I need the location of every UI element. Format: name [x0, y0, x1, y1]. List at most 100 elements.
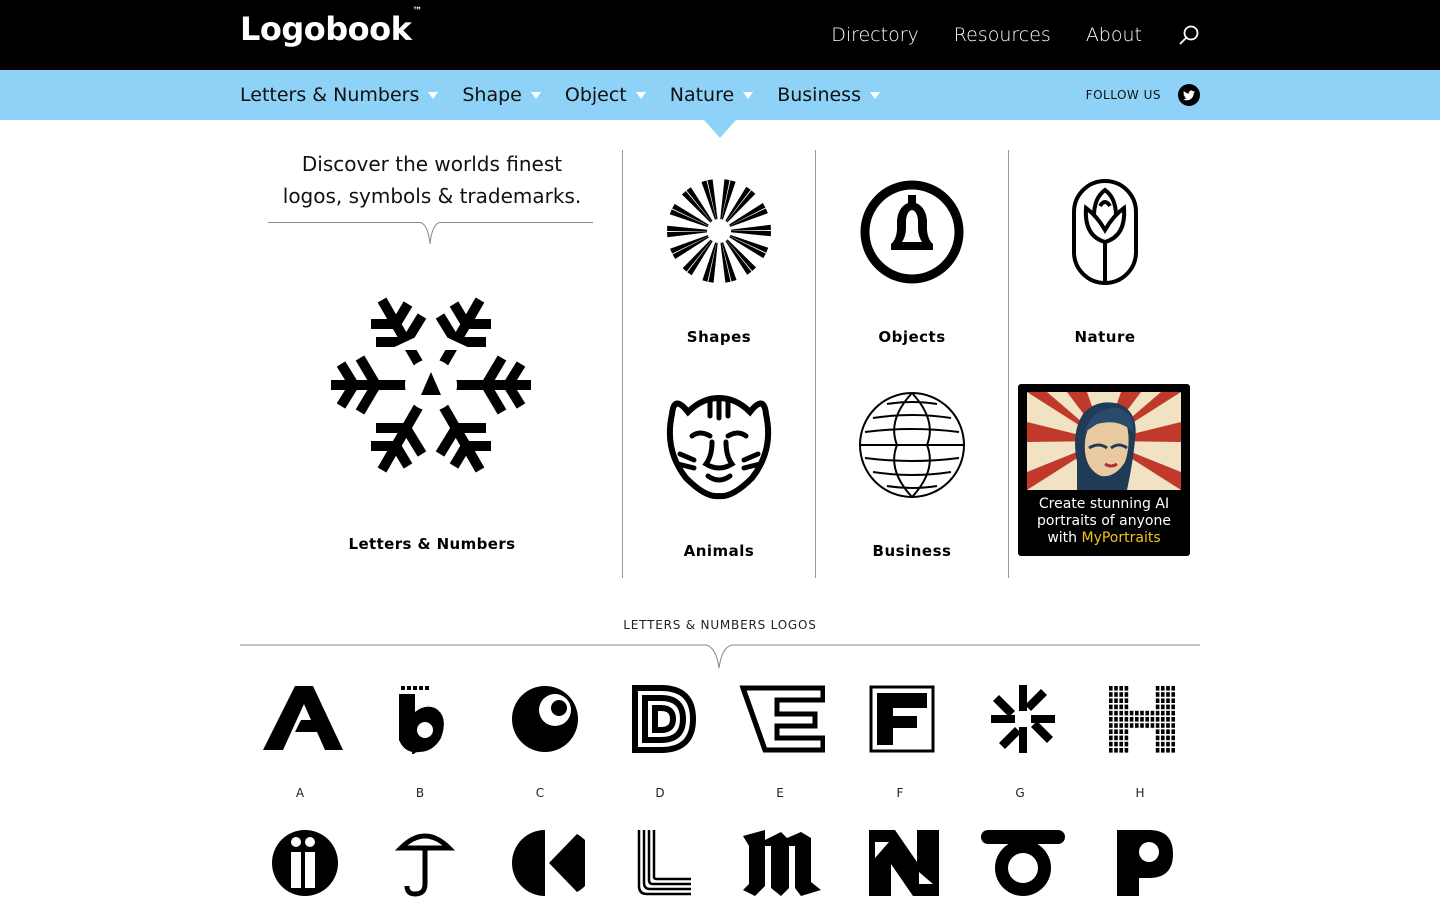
letter-logo-h[interactable]: H — [1090, 684, 1190, 800]
tile-label: Business — [872, 542, 952, 560]
letter-logo-i[interactable] — [250, 828, 350, 898]
section-title: LETTERS & NUMBERS LOGOS — [623, 618, 817, 632]
ad-line-2: portraits of anyone — [1037, 513, 1171, 529]
letter-caption: F — [896, 786, 904, 800]
h-grid-cell — [1109, 729, 1113, 734]
tulip-logo — [1072, 179, 1138, 285]
h-grid-cell — [1161, 704, 1165, 710]
category-nature[interactable]: Nature — [669, 84, 754, 106]
site-logo[interactable]: Logobook™ — [240, 6, 422, 48]
h-grid-cell — [1155, 698, 1160, 703]
letter-caption: B — [415, 786, 425, 800]
h-grid-cell — [1171, 710, 1175, 716]
nav-resources[interactable]: Resources — [954, 24, 1051, 46]
category-bar: Letters & Numbers Shape Object Nature Bu… — [0, 70, 1440, 120]
top-bar: Logobook™ Directory Resources About — [0, 0, 1440, 70]
sunburst-ray — [729, 234, 769, 253]
tile-label: Objects — [878, 328, 946, 346]
h-grid-cell — [1171, 729, 1175, 734]
h-grid-cell — [1155, 729, 1160, 734]
letter-logo-d[interactable]: D — [610, 684, 710, 800]
h-grid-cell — [1171, 698, 1175, 703]
sunburst-ray — [667, 225, 708, 231]
h-grid-cell — [1119, 698, 1123, 703]
letter-logo-m[interactable] — [730, 828, 830, 898]
h-grid-cell — [1114, 686, 1118, 691]
h-grid-cell — [1161, 698, 1165, 703]
tile-business[interactable]: Business — [816, 390, 1008, 570]
h-grid-cell — [1124, 698, 1129, 703]
h-grid-cell — [1109, 748, 1113, 753]
letter-logo-b[interactable]: B — [370, 684, 470, 800]
letter-logo-p[interactable] — [1090, 828, 1190, 898]
h-grid-cell — [1166, 723, 1170, 728]
nav-directory[interactable]: Directory — [831, 24, 919, 46]
h-grid-cell — [1109, 704, 1113, 710]
category-label: Nature — [669, 84, 735, 106]
h-grid-cell — [1119, 723, 1123, 728]
h-grid-cell — [1114, 735, 1118, 741]
h-grid-cell — [1161, 748, 1165, 753]
letter-logo-j[interactable] — [370, 828, 470, 898]
h-grid-cell — [1171, 735, 1175, 741]
letter-caption: H — [1135, 786, 1145, 800]
letter-logo-o[interactable] — [970, 828, 1070, 898]
h-grid-cell — [1140, 723, 1144, 728]
h-grid-cell — [1135, 710, 1139, 716]
h-grid-cell — [1129, 710, 1134, 716]
search-icon[interactable] — [1178, 24, 1200, 46]
tile-animals[interactable]: Animals — [623, 390, 815, 570]
h-grid-cell — [1155, 723, 1160, 728]
category-label: Object — [564, 84, 627, 106]
nav-about[interactable]: About — [1086, 24, 1142, 46]
h-grid-cell — [1109, 698, 1113, 703]
follow-us-label: FOLLOW US — [1085, 88, 1161, 102]
h-grid-cell — [1150, 723, 1155, 728]
h-grid-cell — [1109, 710, 1113, 716]
bell-logo — [860, 180, 964, 284]
h-grid-cell — [1145, 723, 1149, 728]
h-grid-cell — [1155, 710, 1160, 716]
h-grid-cell — [1171, 748, 1175, 753]
letter-caption: C — [535, 786, 545, 800]
h-grid-cell — [1161, 692, 1165, 697]
h-grid-cell — [1161, 686, 1165, 691]
h-grid-cell — [1124, 692, 1129, 697]
letter-logo-g[interactable]: G — [970, 684, 1070, 800]
tile-shapes[interactable]: Shapes — [623, 178, 815, 358]
h-grid-cell — [1145, 717, 1149, 722]
twitter-icon[interactable] — [1178, 84, 1200, 106]
tile-nature[interactable]: Nature — [1009, 178, 1201, 358]
h-grid-cell — [1124, 686, 1129, 691]
letter-logo-a[interactable]: A — [250, 684, 350, 800]
category-shape[interactable]: Shape — [462, 84, 541, 106]
ad-line-3: with MyPortraits — [1018, 530, 1190, 547]
letter-logo-f[interactable]: F — [850, 684, 950, 800]
letter-logo-e[interactable]: E — [730, 684, 830, 800]
letter-logo-n[interactable] — [850, 828, 950, 898]
h-grid-cell — [1161, 735, 1165, 741]
letter-logo-c[interactable]: C — [490, 684, 590, 800]
h-grid-cell — [1161, 710, 1165, 716]
category-letters-numbers[interactable]: Letters & Numbers — [240, 84, 439, 106]
h-grid-cell — [1129, 717, 1134, 722]
myportraits-ad[interactable]: Create stunning AI portraits of anyone w… — [1018, 384, 1190, 556]
h-grid-cell — [1161, 729, 1165, 734]
h-grid-cell — [1145, 710, 1149, 716]
h-grid-cell — [1166, 698, 1170, 703]
h-grid-cell — [1171, 704, 1175, 710]
tagline-line-2: logos, symbols & trademarks. — [282, 184, 582, 208]
category-business[interactable]: Business — [777, 84, 880, 106]
letter-logo-k[interactable] — [490, 828, 590, 898]
letter-logo-l[interactable] — [610, 828, 710, 898]
category-object[interactable]: Object — [565, 84, 646, 106]
snowflake-a-logo[interactable] — [326, 290, 536, 480]
h-grid-cell — [1135, 717, 1139, 722]
feature-label[interactable]: Letters & Numbers — [262, 535, 602, 553]
sunburst-ray — [730, 231, 771, 237]
sunburst-ray — [669, 209, 709, 228]
h-grid-cell — [1124, 741, 1129, 747]
category-label: Business — [777, 84, 861, 106]
tile-objects[interactable]: Objects — [816, 178, 1008, 358]
follow-us: FOLLOW US — [1086, 70, 1200, 120]
